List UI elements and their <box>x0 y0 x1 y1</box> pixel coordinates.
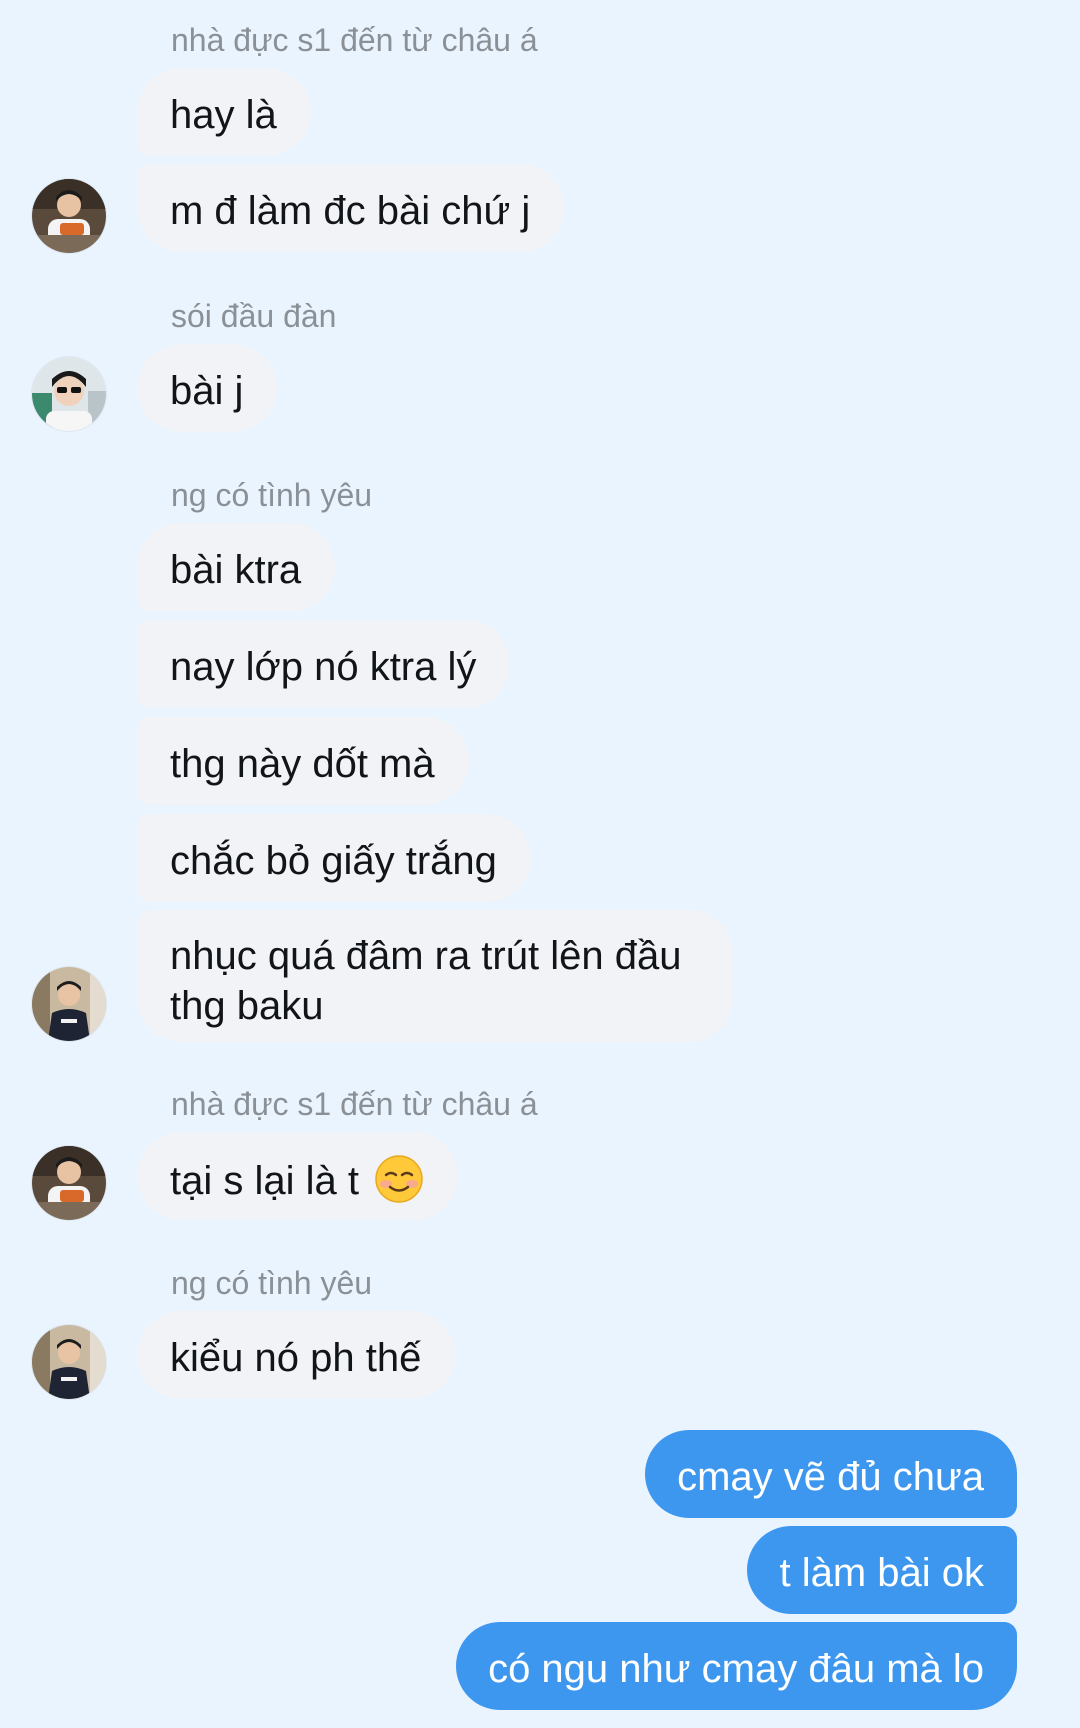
avatar-eating-icon[interactable] <box>32 179 106 253</box>
incoming-message[interactable]: nay lớp nó ktra lý <box>137 620 511 708</box>
message-text: tại s lại là t <box>170 1159 359 1203</box>
chat-thread: nhà đực s1 đến từ châu á hay là m đ làm … <box>0 0 1080 1728</box>
incoming-message[interactable]: nhục quá đâm ra trút lên đầu thg baku <box>137 910 733 1042</box>
incoming-message[interactable]: bài ktra <box>137 523 336 611</box>
sender-name: ng có tình yêu <box>171 1265 373 1301</box>
sender-name: nhà đực s1 đến từ châu á <box>171 1086 538 1122</box>
sender-name: sói đầu đàn <box>171 298 337 334</box>
incoming-message[interactable]: thg này dốt mà <box>137 717 469 805</box>
incoming-message[interactable]: kiểu nó ph thế <box>137 1311 456 1399</box>
avatar-eating-icon[interactable] <box>32 1146 106 1220</box>
outgoing-message[interactable]: t làm bài ok <box>747 1526 1017 1614</box>
incoming-message[interactable]: chắc bỏ giấy trắng <box>137 814 531 902</box>
avatar-hoodie-icon[interactable] <box>32 967 106 1041</box>
outgoing-message[interactable]: có ngu như cmay đâu mà lo <box>456 1622 1017 1710</box>
incoming-message[interactable]: m đ làm đc bài chứ j <box>137 164 565 252</box>
incoming-message[interactable]: bài j <box>137 344 278 432</box>
incoming-message[interactable]: tại s lại là t <box>137 1132 459 1220</box>
avatar-hoodie-icon[interactable] <box>32 1325 106 1399</box>
smiling-face-emoji-icon <box>374 1154 424 1204</box>
incoming-message[interactable]: hay là <box>137 68 311 156</box>
outgoing-message[interactable]: cmay vẽ đủ chưa <box>645 1430 1017 1518</box>
sender-name: nhà đực s1 đến từ châu á <box>171 22 538 58</box>
avatar-sunglasses-icon[interactable] <box>32 357 106 431</box>
sender-name: ng có tình yêu <box>171 477 373 513</box>
